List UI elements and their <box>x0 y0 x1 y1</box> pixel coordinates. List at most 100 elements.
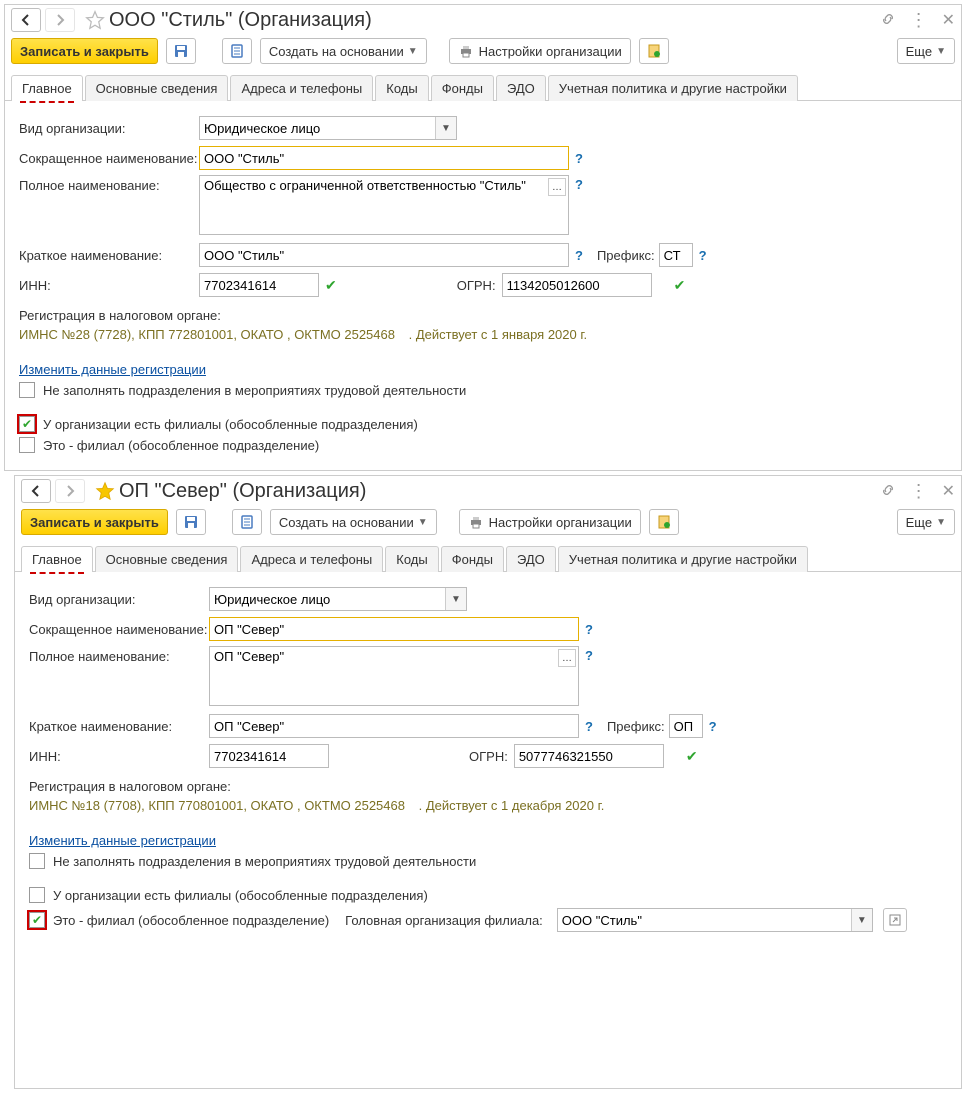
inn-input[interactable] <box>199 273 319 297</box>
titlebar: ООО "Стиль" (Организация) ⋮ ✕ <box>5 5 961 32</box>
titlebar: ОП "Север" (Организация) ⋮ ✕ <box>15 476 961 503</box>
close-icon[interactable]: ✕ <box>942 10 955 30</box>
checkbox-is-branch[interactable]: ✔ <box>29 912 45 928</box>
form-body: Вид организации: ▼ Сокращенное наименова… <box>5 101 961 470</box>
label-tax-reg: Регистрация в налоговом органе: <box>29 779 949 794</box>
file-button[interactable] <box>222 38 252 64</box>
label-no-fill: Не заполнять подразделения в мероприятия… <box>53 854 476 869</box>
tab-main[interactable]: Главное <box>21 546 93 572</box>
favorite-star-icon[interactable] <box>85 10 105 30</box>
label-has-branches: У организации есть филиалы (обособленные… <box>53 888 428 903</box>
titlebar-actions: ⋮ ✕ <box>880 10 955 30</box>
open-button[interactable] <box>883 908 907 932</box>
save-close-button[interactable]: Записать и закрыть <box>21 509 168 535</box>
expand-icon[interactable]: … <box>558 649 576 667</box>
tab-edo[interactable]: ЭДО <box>506 546 556 572</box>
ogrn-input[interactable] <box>514 744 664 768</box>
save-button[interactable] <box>166 38 196 64</box>
report-button[interactable] <box>649 509 679 535</box>
org-settings-button[interactable]: Настройки организации <box>459 509 641 535</box>
inn-input[interactable] <box>209 744 329 768</box>
help-icon[interactable]: ? <box>575 177 583 192</box>
more-button[interactable]: Еще▼ <box>897 509 955 535</box>
kebab-menu-icon[interactable]: ⋮ <box>910 482 928 500</box>
report-button[interactable] <box>639 38 669 64</box>
short-name-input[interactable] <box>199 146 569 170</box>
expand-icon[interactable]: … <box>548 178 566 196</box>
toolbar: Записать и закрыть Создать на основании▼… <box>15 503 961 543</box>
check-icon: ✔ <box>325 277 337 294</box>
file-button[interactable] <box>232 509 262 535</box>
org-window-bottom: ОП "Север" (Организация) ⋮ ✕ Записать и … <box>14 475 962 1089</box>
help-icon[interactable]: ? <box>709 719 717 734</box>
save-close-button[interactable]: Записать и закрыть <box>11 38 158 64</box>
help-icon[interactable]: ? <box>585 648 593 663</box>
tab-addresses[interactable]: Адреса и телефоны <box>240 546 383 572</box>
kebab-menu-icon[interactable]: ⋮ <box>910 11 928 29</box>
org-type-select[interactable] <box>199 116 457 140</box>
forward-button[interactable] <box>55 479 85 503</box>
tab-funds[interactable]: Фонды <box>431 75 494 101</box>
link-icon[interactable] <box>880 11 896 30</box>
printer-icon <box>458 43 474 59</box>
tab-accounting[interactable]: Учетная политика и другие настройки <box>558 546 808 572</box>
titlebar-actions: ⋮ ✕ <box>880 481 955 501</box>
tax-reg-valid: . Действует с 1 января 2020 г. <box>409 327 588 342</box>
tab-main[interactable]: Главное <box>11 75 83 101</box>
window-title: ООО "Стиль" (Организация) <box>109 9 372 32</box>
brief-name-input[interactable] <box>209 714 579 738</box>
checkbox-is-branch[interactable] <box>19 437 35 453</box>
ogrn-input[interactable] <box>502 273 652 297</box>
chevron-down-icon[interactable]: ▼ <box>851 909 872 931</box>
create-based-button[interactable]: Создать на основании▼ <box>260 38 427 64</box>
prefix-input[interactable] <box>669 714 703 738</box>
checkbox-no-fill[interactable] <box>19 382 35 398</box>
chevron-down-icon[interactable]: ▼ <box>445 588 466 610</box>
help-icon[interactable]: ? <box>575 151 583 166</box>
forward-button[interactable] <box>45 8 75 32</box>
full-name-input[interactable] <box>199 175 569 235</box>
chevron-down-icon[interactable]: ▼ <box>435 117 456 139</box>
help-icon[interactable]: ? <box>575 248 583 263</box>
change-reg-link[interactable]: Изменить данные регистрации <box>29 833 216 848</box>
label-short-name: Сокращенное наименование: <box>19 151 199 166</box>
label-is-branch: Это - филиал (обособленное подразделение… <box>53 913 329 928</box>
checkbox-has-branches[interactable]: ✔ <box>19 416 35 432</box>
close-icon[interactable]: ✕ <box>942 481 955 501</box>
checkbox-has-branches[interactable] <box>29 887 45 903</box>
label-ogrn: ОГРН: <box>469 749 508 764</box>
save-button[interactable] <box>176 509 206 535</box>
tab-codes[interactable]: Коды <box>375 75 428 101</box>
tab-addresses[interactable]: Адреса и телефоны <box>230 75 373 101</box>
chevron-down-icon: ▼ <box>418 517 428 528</box>
prefix-input[interactable] <box>659 243 693 267</box>
tab-edo[interactable]: ЭДО <box>496 75 546 101</box>
printer-icon <box>468 514 484 530</box>
help-icon[interactable]: ? <box>585 719 593 734</box>
org-settings-button[interactable]: Настройки организации <box>449 38 631 64</box>
label-brief-name: Краткое наименование: <box>19 248 199 263</box>
full-name-input[interactable] <box>209 646 579 706</box>
label-full-name: Полное наименование: <box>29 646 209 664</box>
tab-basic[interactable]: Основные сведения <box>85 75 229 101</box>
brief-name-input[interactable] <box>199 243 569 267</box>
back-button[interactable] <box>11 8 41 32</box>
change-reg-link[interactable]: Изменить данные регистрации <box>19 362 206 377</box>
back-button[interactable] <box>21 479 51 503</box>
link-icon[interactable] <box>880 482 896 501</box>
head-org-input[interactable] <box>557 908 873 932</box>
help-icon[interactable]: ? <box>585 622 593 637</box>
label-no-fill: Не заполнять подразделения в мероприятия… <box>43 383 466 398</box>
tab-basic[interactable]: Основные сведения <box>95 546 239 572</box>
checkbox-no-fill[interactable] <box>29 853 45 869</box>
help-icon[interactable]: ? <box>699 248 707 263</box>
tab-accounting[interactable]: Учетная политика и другие настройки <box>548 75 798 101</box>
more-button[interactable]: Еще▼ <box>897 38 955 64</box>
short-name-input[interactable] <box>209 617 579 641</box>
favorite-star-icon[interactable] <box>95 481 115 501</box>
tab-funds[interactable]: Фонды <box>441 546 504 572</box>
create-based-button[interactable]: Создать на основании▼ <box>270 509 437 535</box>
tab-codes[interactable]: Коды <box>385 546 438 572</box>
tax-reg-valid: . Действует с 1 декабря 2020 г. <box>419 798 605 813</box>
org-type-select[interactable] <box>209 587 467 611</box>
